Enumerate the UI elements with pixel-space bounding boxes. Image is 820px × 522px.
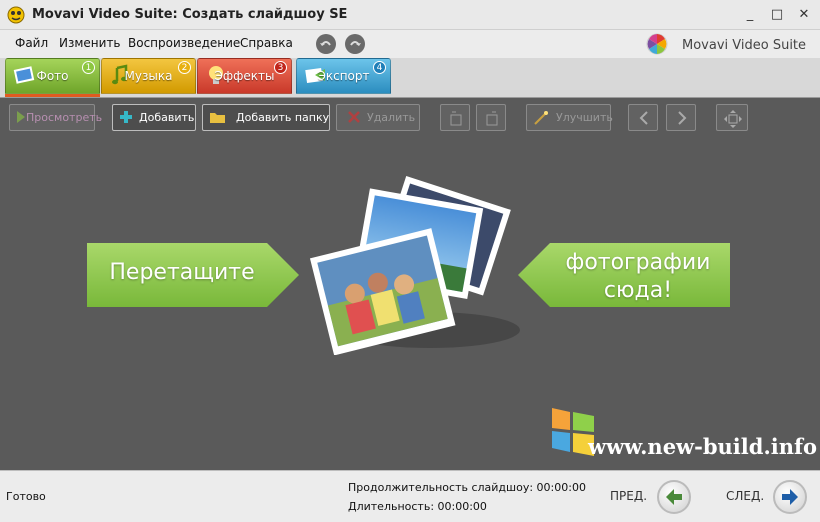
- menu-file[interactable]: Файл: [15, 36, 48, 50]
- add-folder-label: Добавить папку: [236, 111, 330, 124]
- drag-hint-right-line1: фотографии: [565, 250, 711, 275]
- arrow-right-icon: [782, 489, 798, 505]
- drag-hint-right-text: фотографии сюда!: [546, 249, 730, 305]
- enhance-label: Улучшить: [556, 111, 613, 124]
- photo-stack-illustration: [309, 170, 520, 356]
- folder-icon: [210, 113, 225, 123]
- rotate-right-icon: [486, 111, 498, 126]
- chevron-right-icon: [678, 111, 687, 125]
- prev-step-button[interactable]: [657, 480, 691, 514]
- maximize-button[interactable]: □: [767, 5, 787, 25]
- chevron-left-icon: [639, 111, 648, 125]
- menu-help[interactable]: Справка: [240, 36, 293, 50]
- add-label: Добавить: [139, 111, 195, 124]
- redo-icon: [350, 41, 361, 46]
- title-bar: Movavi Video Suite: Создать слайдшоу SE …: [0, 0, 820, 30]
- menu-bar: Файл Изменить Воспроизведение Справка Mo…: [0, 30, 820, 58]
- tab-effects-number: 3: [274, 61, 287, 74]
- movavi-logo-icon: [646, 33, 668, 55]
- menu-edit[interactable]: Изменить: [59, 36, 121, 50]
- previous-photo-button[interactable]: [628, 104, 658, 131]
- tab-music[interactable]: Музыка 2: [101, 58, 196, 94]
- slideshow-duration: Продолжительность слайдшоу: 00:00:00: [348, 481, 586, 494]
- status-bar: Готово Продолжительность слайдшоу: 00:00…: [0, 470, 820, 522]
- drag-hint-right: фотографии сюда!: [518, 243, 730, 307]
- watermark: www.new-build.info: [548, 404, 817, 460]
- next-step-button[interactable]: [773, 480, 807, 514]
- prev-label: ПРЕД.: [610, 489, 648, 503]
- total-duration: Длительность: 00:00:00: [348, 500, 487, 513]
- drag-hint-left: Перетащите: [87, 243, 299, 307]
- rotate-right-button[interactable]: [476, 104, 506, 131]
- menu-playback[interactable]: Воспроизведение: [128, 36, 240, 50]
- brand-name: Movavi Video Suite: [682, 38, 807, 53]
- tab-music-number: 2: [178, 61, 191, 74]
- plus-icon: [120, 111, 132, 123]
- tab-photo-number: 1: [82, 61, 95, 74]
- magic-wand-icon: [534, 111, 548, 125]
- preview-label: Просмотреть: [26, 111, 103, 124]
- tabs-row: Фото 1 Музыка 2 Эффекты 3 Экспорт 4: [0, 58, 820, 98]
- move-arrows-icon: [724, 110, 742, 128]
- fit-view-button[interactable]: [716, 104, 748, 131]
- delete-label: Удалить: [367, 111, 416, 124]
- add-folder-button[interactable]: Добавить папку: [202, 104, 330, 131]
- tab-export-number: 4: [373, 61, 386, 74]
- minimize-button[interactable]: _: [740, 5, 760, 25]
- brand: Movavi Video Suite: [646, 33, 806, 57]
- rotate-left-button[interactable]: [440, 104, 470, 131]
- status-text: Готово: [6, 490, 46, 503]
- arrow-left-icon: [666, 489, 682, 505]
- close-button[interactable]: ✕: [794, 5, 814, 25]
- undo-button[interactable]: [316, 34, 336, 54]
- drag-hint-left-text: Перетащите: [109, 260, 255, 285]
- play-icon: [17, 111, 25, 123]
- add-button[interactable]: Добавить: [112, 104, 196, 131]
- delete-button[interactable]: Удалить: [336, 104, 420, 131]
- rotate-left-icon: [450, 111, 462, 126]
- delete-icon: [348, 111, 360, 123]
- tab-export[interactable]: Экспорт 4: [296, 58, 391, 94]
- preview-button[interactable]: Просмотреть: [9, 104, 102, 131]
- next-photo-button[interactable]: [666, 104, 696, 131]
- watermark-text: www.new-build.info: [588, 434, 818, 459]
- enhance-button[interactable]: Улучшить: [526, 104, 613, 131]
- tab-photo[interactable]: Фото 1: [5, 58, 100, 94]
- active-tab-indicator: [5, 94, 100, 97]
- app-icon: [7, 6, 25, 24]
- drag-hint-right-line2: сюда!: [603, 278, 673, 303]
- redo-button[interactable]: [345, 34, 365, 54]
- undo-icon: [320, 41, 331, 46]
- window-title: Movavi Video Suite: Создать слайдшоу SE: [32, 7, 348, 22]
- tab-effects[interactable]: Эффекты 3: [197, 58, 292, 94]
- photos-icon: [309, 175, 520, 356]
- next-label: СЛЕД.: [726, 489, 765, 503]
